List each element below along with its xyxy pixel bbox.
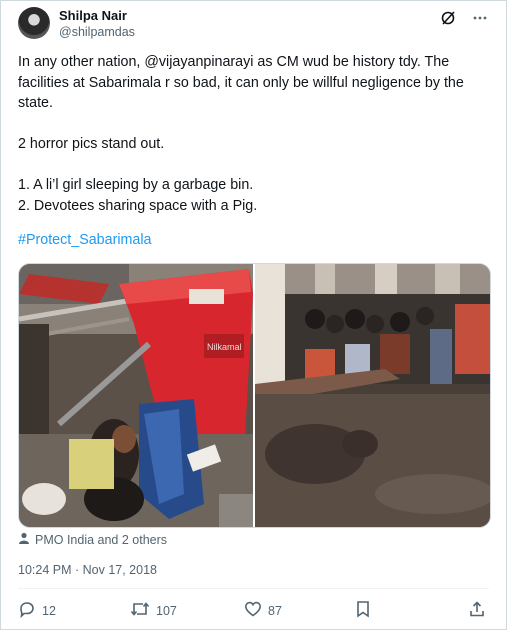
bin-brand-label: Nilkamal: [207, 342, 242, 352]
person-icon: [18, 532, 30, 547]
author-name[interactable]: Shilpa Nair: [59, 8, 127, 23]
bookmark-button[interactable]: [355, 600, 371, 621]
share-button[interactable]: [468, 600, 486, 621]
tweet-media[interactable]: Nilkamal: [18, 263, 491, 528]
repost-button[interactable]: 107: [130, 600, 177, 621]
like-count: 87: [268, 603, 282, 618]
reply-icon: [18, 600, 36, 621]
repost-icon: [130, 600, 150, 621]
like-icon: [244, 600, 262, 621]
divider: [18, 588, 489, 589]
repost-count: 107: [156, 603, 177, 618]
timestamp[interactable]: 10:24 PM · Nov 17, 2018: [18, 563, 157, 577]
reply-button[interactable]: 12: [18, 600, 56, 621]
tweet-top-actions: [439, 9, 489, 27]
bookmark-icon: [355, 600, 371, 621]
like-button[interactable]: 87: [244, 600, 282, 621]
avatar[interactable]: [18, 7, 50, 39]
hashtag-link[interactable]: #Protect_Sabarimala: [18, 232, 152, 248]
reply-count: 12: [42, 603, 56, 618]
tweet-text: In any other nation, @vijayanpinarayi as…: [18, 54, 464, 214]
tagged-users[interactable]: PMO India and 2 others: [18, 532, 167, 547]
author-handle[interactable]: @shilpamdas: [59, 25, 135, 39]
tagged-users-label: PMO India and 2 others: [35, 532, 168, 547]
photo-girl-by-bin[interactable]: Nilkamal: [19, 264, 253, 527]
share-icon: [468, 600, 486, 621]
more-icon[interactable]: [471, 9, 489, 27]
grok-icon[interactable]: [439, 9, 457, 27]
photo-pig-devotees[interactable]: [255, 264, 490, 527]
tweet-actions: 12 107 87: [18, 600, 488, 622]
